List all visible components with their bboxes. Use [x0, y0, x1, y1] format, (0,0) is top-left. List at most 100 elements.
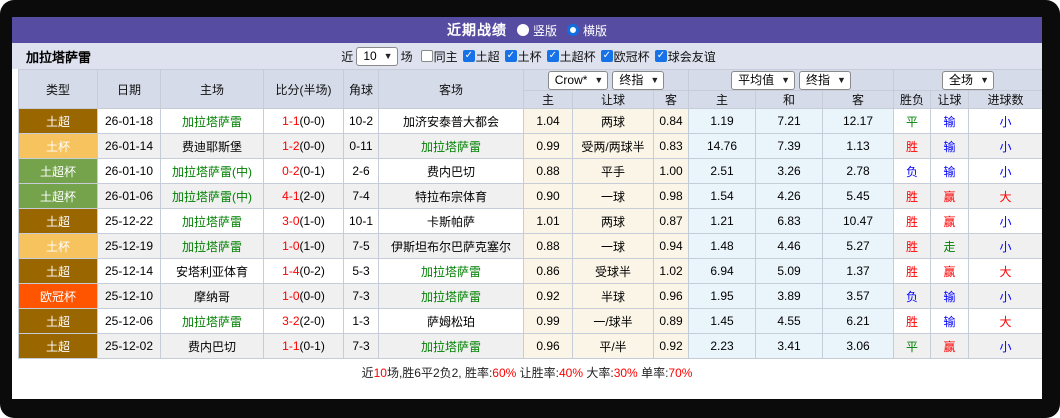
chevron-down-icon: ▼ [383, 50, 393, 61]
avg-away-odds: 6.21 [821, 308, 895, 334]
result-goals: 小 [968, 233, 1042, 259]
page-content: 近期战绩 竖版 横版 加拉塔萨雷 近 10 ▼ 场 同主 ✓ 土超 ✓ 土杯 ✓… [12, 17, 1042, 399]
handicap-home-odds: 0.96 [523, 333, 573, 359]
odds-stage-select[interactable]: 终指 ▼ [612, 70, 665, 90]
corners-cell: 10-2 [343, 108, 379, 134]
result-winloss: 平 [893, 108, 932, 134]
sub-header-hcp-away: 客 [653, 90, 689, 109]
score-cell: 3-2(2-0) [263, 308, 344, 334]
sub-header-hcp-home: 主 [523, 90, 573, 109]
type-cell: 土超 [18, 333, 98, 359]
radio-unselected-icon [516, 24, 529, 36]
sub-header-handicap-result: 让球 [930, 90, 970, 109]
scope-select[interactable]: 全场 ▼ [942, 70, 994, 90]
home-team-cell: 加拉塔萨雷 [160, 308, 264, 334]
chevron-down-icon: ▼ [837, 74, 846, 85]
avg-source-select[interactable]: 平均值 ▼ [731, 70, 795, 90]
odds-source-select[interactable]: Crow* ▼ [547, 70, 609, 90]
layout-radio-horizontal[interactable]: 横版 [567, 22, 607, 39]
away-team-cell: 加拉塔萨雷 [378, 133, 524, 159]
result-handicap: 输 [930, 158, 970, 184]
result-winloss: 负 [893, 283, 932, 309]
table-row: 土超杯 26-01-06 加拉塔萨雷(中) 4-1(2-0) 7-4 特拉布宗体育 0.90… [18, 183, 1042, 209]
score-cell: 1-4(0-2) [263, 258, 344, 284]
sub-header-avg-away: 客 [821, 90, 895, 109]
table-row: 土超杯 26-01-10 加拉塔萨雷(中) 0-2(0-1) 2-6 费内巴切 0.88 平手… [18, 158, 1042, 184]
avg-away-odds: 3.06 [821, 333, 895, 359]
handicap-home-odds: 0.88 [523, 233, 573, 259]
handicap-group-header: Crow* ▼ 终指 ▼ [523, 69, 689, 91]
result-handicap: 输 [930, 108, 970, 134]
sub-header-avg-draw: 和 [755, 90, 823, 109]
filter-same-home[interactable]: 同主 [420, 48, 458, 65]
avg-home-odds: 6.94 [688, 258, 756, 284]
handicap-away-odds: 0.98 [653, 183, 689, 209]
sub-header-avg-home: 主 [688, 90, 756, 109]
checkbox-unchecked-icon [420, 50, 433, 62]
filter-league-3[interactable]: 欧冠杯 [600, 48, 650, 65]
avg-away-odds: 5.45 [821, 183, 895, 209]
avg-draw-odds: 3.41 [755, 333, 823, 359]
corners-cell: 7-3 [343, 333, 379, 359]
date-cell: 26-01-14 [97, 133, 161, 159]
corners-cell: 0-11 [343, 133, 379, 159]
away-team-cell: 加济安泰普大都会 [378, 108, 524, 134]
layout-radio-vertical[interactable]: 竖版 [516, 22, 557, 39]
type-cell: 土超 [18, 258, 98, 284]
avg-home-odds: 1.45 [688, 308, 756, 334]
radio-horizontal-label: 横版 [583, 23, 608, 38]
handicap-line: 两球 [572, 208, 654, 234]
sub-header-goals-result: 进球数 [968, 90, 1042, 109]
results-tbody: 土超 26-01-18 加拉塔萨雷 1-1(0-0) 10-2 加济安泰普大都会 1.04 两… [18, 108, 1042, 359]
table-row: 土杯 26-01-14 费迪耶斯堡 1-2(0-0) 0-11 加拉塔萨雷 0.99 受两/两… [18, 133, 1042, 159]
type-cell: 土超 [18, 208, 98, 234]
handicap-away-odds: 0.89 [653, 308, 689, 334]
match-count-select[interactable]: 10 ▼ [356, 46, 398, 66]
avg-away-odds: 12.17 [821, 108, 895, 134]
filter-league-0[interactable]: 土超 [462, 48, 500, 65]
avg-stage-select[interactable]: 终指 ▼ [799, 70, 851, 90]
table-row: 土超 25-12-06 加拉塔萨雷 3-2(2-0) 1-3 萨姆松珀 0.99 一/球半 0.… [18, 308, 1042, 334]
corners-cell: 7-4 [343, 183, 379, 209]
avg-draw-odds: 3.89 [755, 283, 823, 309]
home-team-cell: 加拉塔萨雷(中) [160, 158, 264, 184]
filter-league-1[interactable]: 土杯 [504, 48, 542, 65]
result-handicap: 输 [930, 283, 970, 309]
result-winloss: 平 [893, 333, 932, 359]
sub-header-hcp-line: 让球 [572, 90, 654, 109]
summary-row: 近10场,胜6平2负2, 胜率:60% 让胜率:40% 大率:30% 单率:70… [12, 359, 1042, 385]
handicap-home-odds: 1.04 [523, 108, 573, 134]
away-team-cell: 萨姆松珀 [378, 308, 524, 334]
handicap-away-odds: 1.02 [653, 258, 689, 284]
away-team-cell: 伊斯坦布尔巴萨克塞尔 [378, 233, 524, 259]
away-team-cell: 加拉塔萨雷 [378, 258, 524, 284]
score-cell: 1-1(0-0) [263, 108, 344, 134]
handicap-away-odds: 0.96 [653, 283, 689, 309]
corners-cell: 1-3 [343, 308, 379, 334]
result-handicap: 赢 [930, 333, 970, 359]
avg-home-odds: 1.95 [688, 283, 756, 309]
type-cell: 土超杯 [18, 158, 98, 184]
home-team-cell: 加拉塔萨雷 [160, 208, 264, 234]
filter-league-4[interactable]: 球会友谊 [654, 48, 716, 65]
avg-away-odds: 2.78 [821, 158, 895, 184]
date-cell: 25-12-22 [97, 208, 161, 234]
result-handicap: 输 [930, 133, 970, 159]
result-winloss: 胜 [893, 308, 932, 334]
result-group-header: 全场 ▼ [893, 69, 1042, 91]
result-goals: 大 [968, 183, 1042, 209]
col-header-date: 日期 [97, 69, 161, 109]
result-handicap: 走 [930, 233, 970, 259]
date-cell: 25-12-10 [97, 283, 161, 309]
window-frame: 近期战绩 竖版 横版 加拉塔萨雷 近 10 ▼ 场 同主 ✓ 土超 ✓ 土杯 ✓… [0, 0, 1060, 418]
filter-league-2[interactable]: 土超杯 [546, 48, 596, 65]
checkbox-checked-icon [546, 50, 559, 62]
corners-cell: 2-6 [343, 158, 379, 184]
title-bar: 近期战绩 竖版 横版 [12, 17, 1042, 43]
handicap-away-odds: 1.00 [653, 158, 689, 184]
checkbox-checked-icon [600, 50, 613, 62]
avg-draw-odds: 4.55 [755, 308, 823, 334]
type-cell: 土超杯 [18, 183, 98, 209]
result-goals: 大 [968, 308, 1042, 334]
league-label: 土超 [475, 49, 500, 64]
